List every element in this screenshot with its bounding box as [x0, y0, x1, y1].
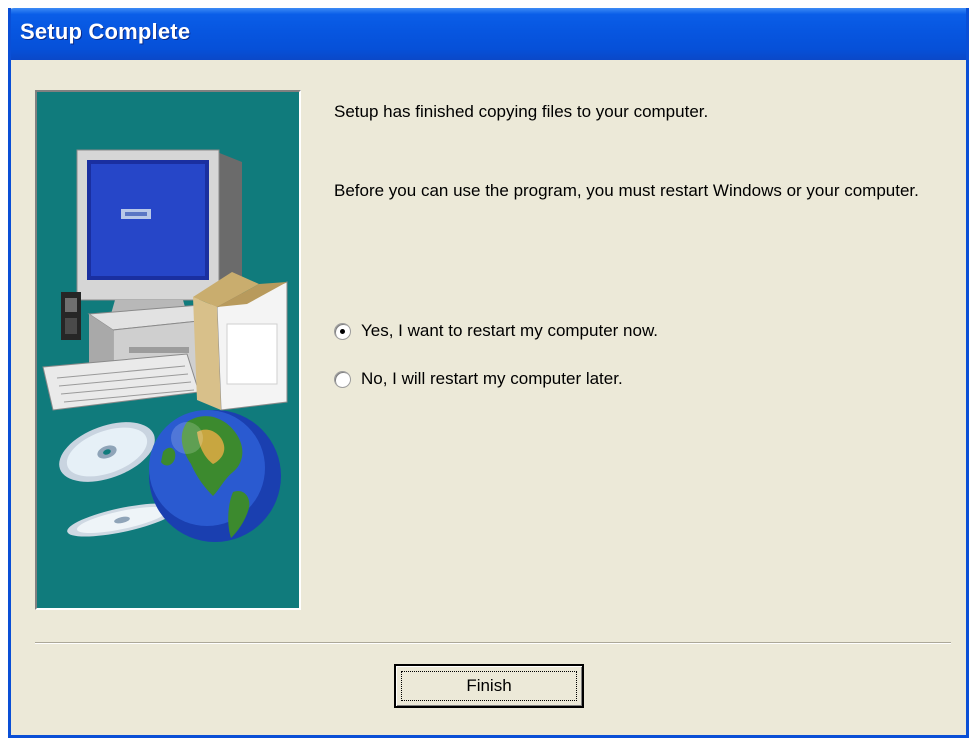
finish-button[interactable]: Finish: [394, 664, 584, 708]
option-restart-now-label: Yes, I want to restart my computer now.: [361, 321, 659, 340]
option-restart-later[interactable]: No, I will restart my computer later.: [334, 366, 623, 392]
radio-restart-later[interactable]: [334, 370, 351, 388]
setup-illustration: [35, 90, 301, 610]
globe-icon: [149, 410, 281, 542]
radio-selected-dot: [340, 328, 345, 334]
computer-icon: [42, 149, 288, 411]
radio-restart-now[interactable]: [334, 322, 351, 340]
separator: [35, 642, 951, 644]
title-bar[interactable]: Setup Complete: [11, 8, 966, 60]
option-restart-later-label: No, I will restart my computer later.: [361, 369, 623, 388]
window-title: Setup Complete: [20, 19, 191, 44]
message-copied-files: Setup has finished copying files to your…: [334, 102, 709, 121]
option-restart-now[interactable]: Yes, I want to restart my computer now.: [334, 318, 658, 344]
message-restart-required: Before you can use the program, you must…: [334, 181, 919, 200]
finish-button-label: Finish: [466, 676, 512, 695]
setup-dialog: Setup Complete Setup has finished copyin…: [8, 8, 969, 738]
